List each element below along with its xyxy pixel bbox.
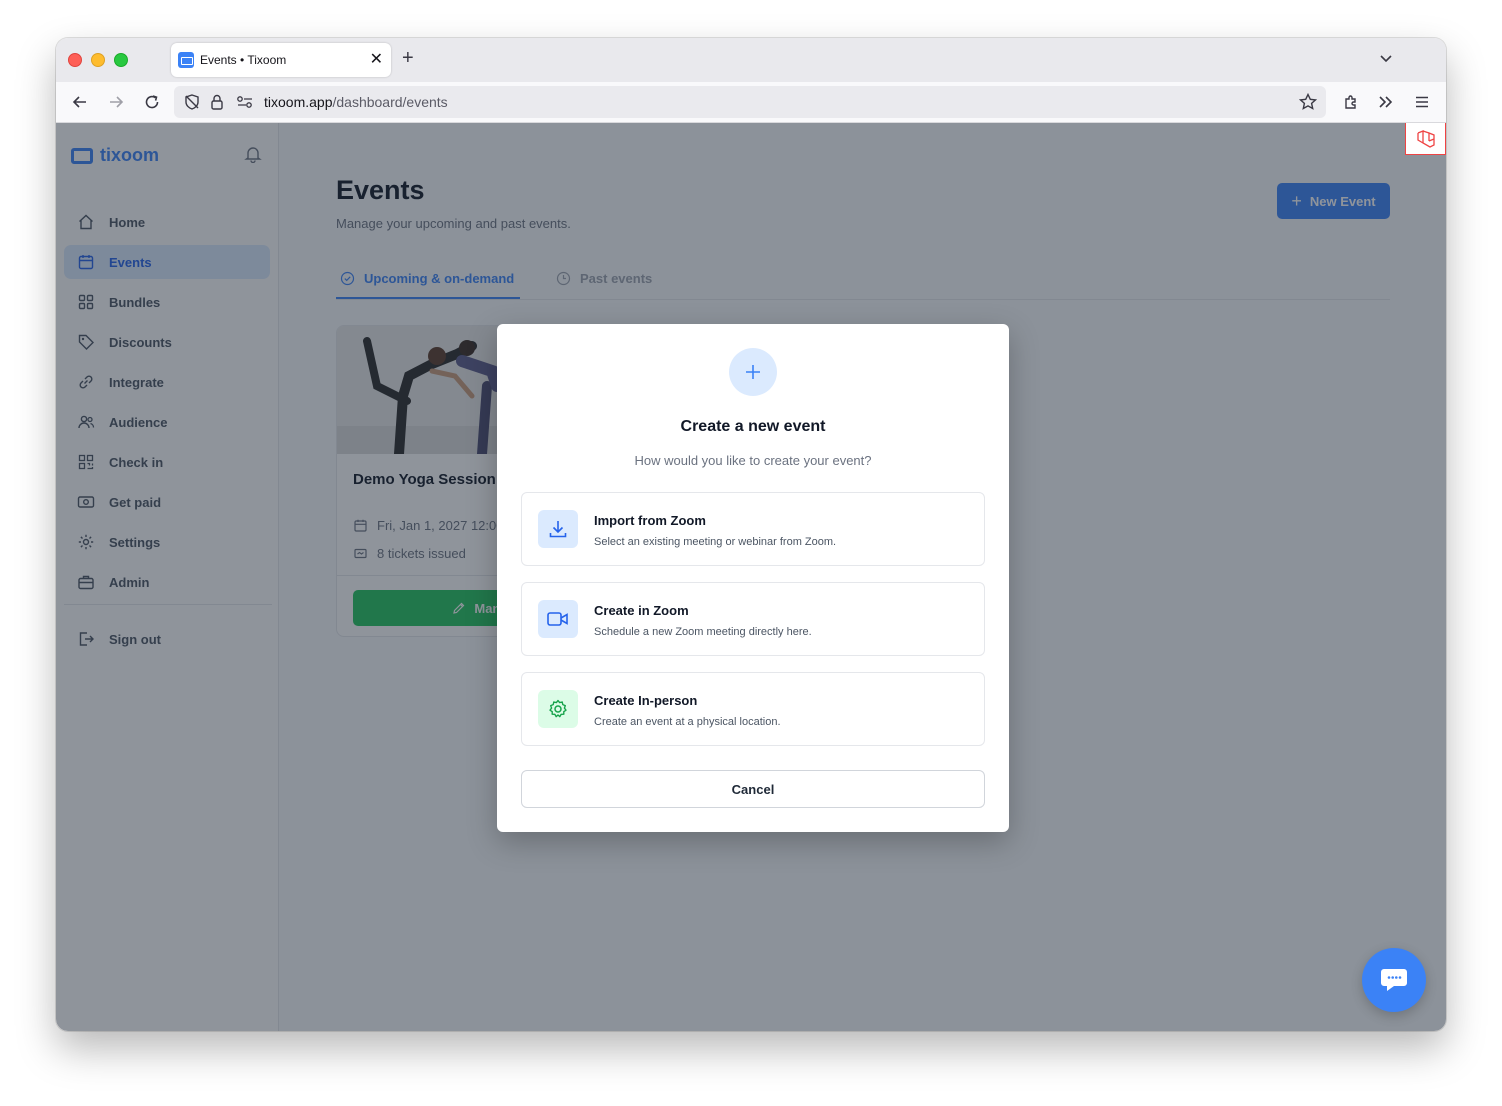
back-arrow-icon[interactable]: [70, 92, 90, 112]
forward-arrow-icon[interactable]: [106, 92, 126, 112]
chat-bubble-icon: [1381, 969, 1407, 991]
tixoom-favicon-icon: [178, 52, 194, 68]
option-description: Schedule a new Zoom meeting directly her…: [594, 626, 812, 638]
cancel-button[interactable]: Cancel: [521, 770, 985, 808]
plus-icon: [729, 348, 777, 396]
reload-icon[interactable]: [142, 92, 162, 112]
import-from-zoom-option[interactable]: Import from Zoom Select an existing meet…: [521, 492, 985, 566]
option-title: Create in Zoom: [594, 603, 689, 618]
chat-widget-button[interactable]: [1362, 948, 1426, 1012]
extensions-puzzle-icon[interactable]: [1341, 92, 1361, 112]
modal-title: Create a new event: [680, 418, 826, 435]
tab-strip: Events • Tixoom ✕ +: [56, 38, 1446, 82]
browser-window: Events • Tixoom ✕ + tixoom.app/dashboard…: [56, 38, 1446, 1031]
option-description: Create an event at a physical location.: [594, 716, 781, 728]
chevron-down-icon[interactable]: [1378, 50, 1394, 66]
video-camera-icon: [538, 600, 578, 638]
laravel-debugbar-icon[interactable]: [1405, 123, 1446, 155]
hamburger-menu-icon[interactable]: [1412, 92, 1432, 112]
site-permissions-icon[interactable]: [236, 95, 254, 109]
tab-close-icon[interactable]: ✕: [370, 49, 383, 69]
bookmark-star-icon[interactable]: [1298, 92, 1318, 112]
gear-icon: [538, 690, 578, 728]
tracking-protection-shield-icon[interactable]: [183, 93, 201, 111]
option-description: Select an existing meeting or webinar fr…: [594, 536, 837, 548]
close-window-button[interactable]: [68, 53, 82, 67]
new-tab-plus-icon[interactable]: +: [402, 47, 414, 70]
create-in-person-option[interactable]: Create In-person Create an event at a ph…: [521, 672, 985, 746]
modal-subtitle: How would you like to create your event?: [634, 453, 872, 468]
download-icon: [538, 510, 578, 548]
page-content: tixoom Home Events Bundles Discounts: [56, 123, 1446, 1031]
nav-toolbar: tixoom.app/dashboard/events: [56, 82, 1446, 123]
browser-tab-events[interactable]: Events • Tixoom ✕: [171, 43, 391, 77]
tab-title: Events • Tixoom: [200, 53, 287, 67]
address-bar[interactable]: tixoom.app/dashboard/events: [174, 86, 1326, 118]
lock-icon[interactable]: [209, 93, 225, 111]
zoom-window-button[interactable]: [114, 53, 128, 67]
url-text[interactable]: tixoom.app/dashboard/events: [264, 94, 448, 110]
option-title: Create In-person: [594, 693, 698, 708]
create-event-modal: Create a new event How would you like to…: [497, 324, 1009, 832]
minimize-window-button[interactable]: [91, 53, 105, 67]
overflow-chevrons-icon[interactable]: [1376, 92, 1396, 112]
create-in-zoom-option[interactable]: Create in Zoom Schedule a new Zoom meeti…: [521, 582, 985, 656]
option-title: Import from Zoom: [594, 513, 706, 528]
